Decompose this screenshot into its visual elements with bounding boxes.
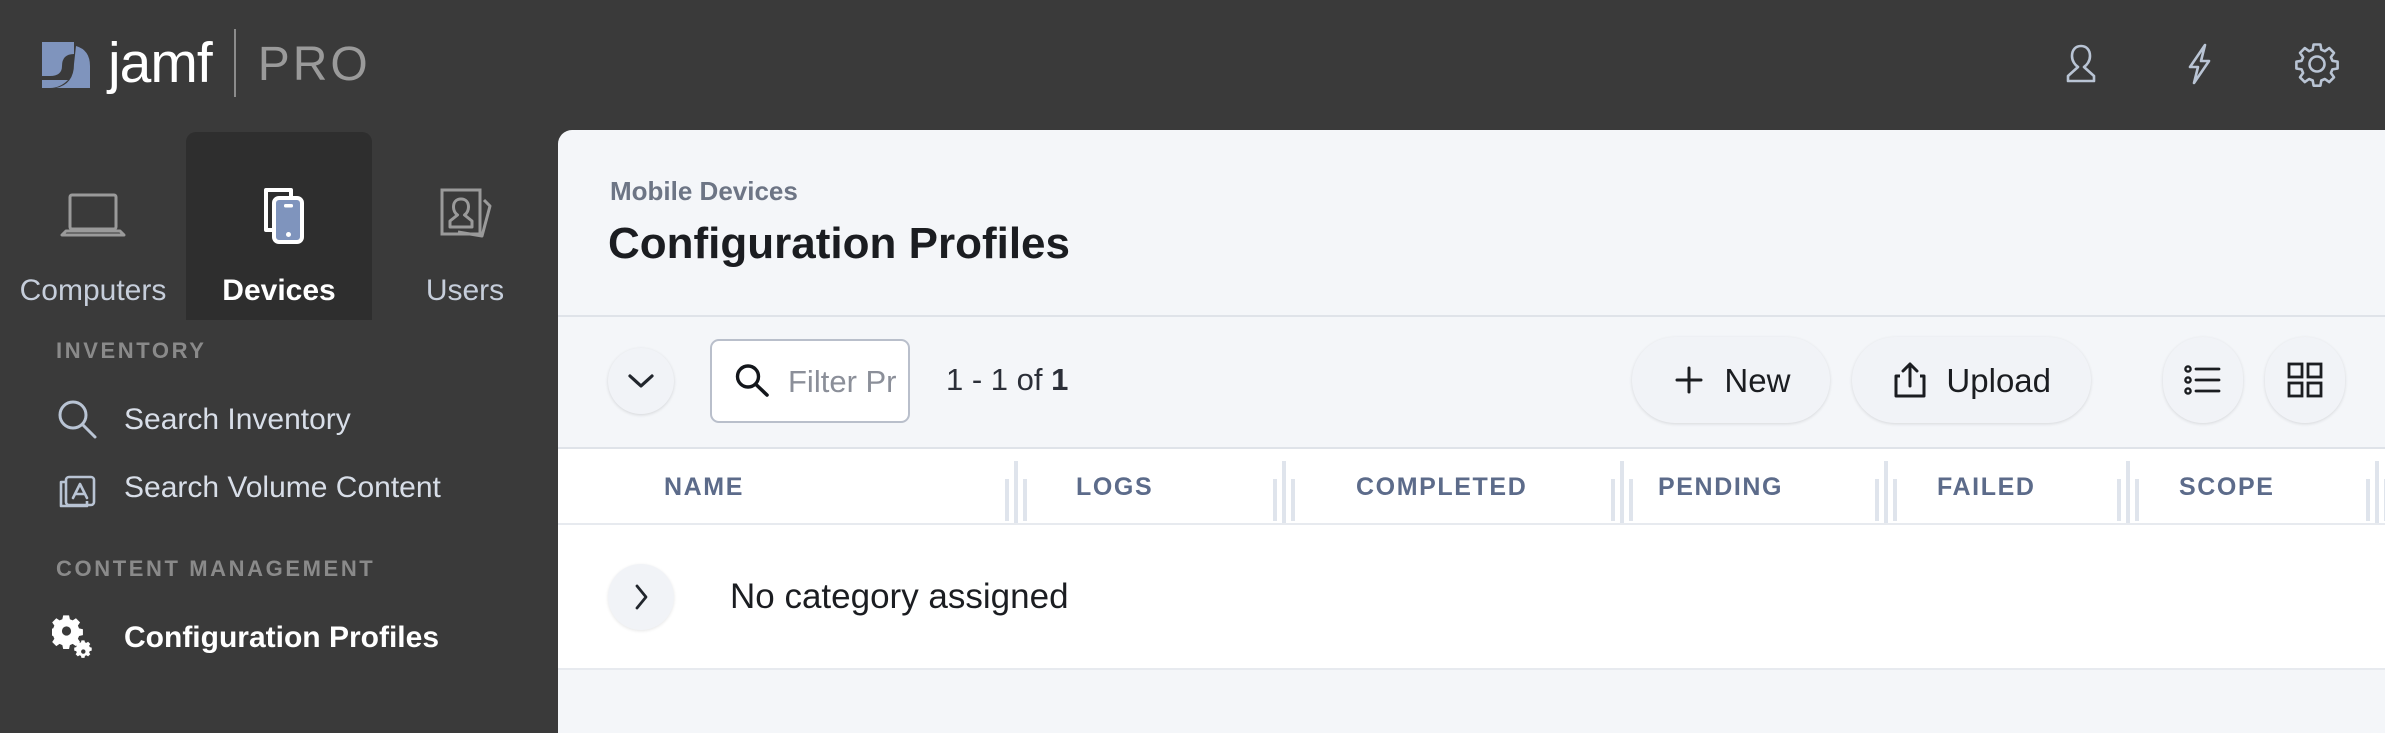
column-resize-handle[interactable]: [2366, 449, 2385, 527]
nav-tab-devices[interactable]: Devices: [186, 132, 372, 320]
search-icon: [735, 364, 769, 397]
column-header-completed[interactable]: COMPLETED: [1356, 475, 1527, 500]
result-counter: 1 - 1 of 1: [946, 364, 1068, 395]
user-account-icon[interactable]: [2055, 38, 2107, 90]
plus-icon: [1675, 366, 1703, 394]
column-resize-handle[interactable]: [2117, 449, 2139, 527]
sidebar-section-content-management: CONTENT MANAGEMENT: [56, 556, 376, 581]
list-view-icon: [2184, 365, 2221, 395]
sidebar-item-configuration-profiles[interactable]: Configuration Profiles: [0, 604, 558, 672]
content-header: Mobile Devices Configuration Profiles: [558, 130, 2385, 315]
mobile-device-icon: [244, 174, 314, 260]
column-header-failed[interactable]: FAILED: [1937, 475, 2036, 500]
column-resize-handle[interactable]: [1273, 449, 1295, 527]
breadcrumb[interactable]: Mobile Devices: [610, 178, 798, 204]
gears-icon: [52, 613, 102, 663]
nav-tab-label: Computers: [19, 274, 167, 307]
sidebar-item-label: Search Inventory: [124, 403, 351, 436]
column-header-name[interactable]: NAME: [664, 475, 744, 500]
toolbar: Filter Pr 1 - 1 of 1 New Upload: [558, 317, 2385, 447]
laptop-icon: [54, 174, 132, 260]
grid-view-icon: [2287, 362, 2323, 398]
column-resize-handle[interactable]: [1875, 449, 1897, 527]
chevron-right-icon: [635, 584, 648, 610]
nav-tab-label: Users: [425, 274, 505, 307]
app-store-icon: [52, 463, 102, 513]
new-button[interactable]: New: [1632, 337, 1831, 423]
primary-nav-tabs: Computers Devices Users: [0, 130, 558, 320]
sidebar-item-label: Search Volume Content: [124, 471, 441, 504]
nav-tab-users[interactable]: Users: [372, 132, 558, 320]
group-row-label: No category assigned: [730, 577, 1069, 616]
sidebar-item-label: Configuration Profiles: [124, 621, 439, 654]
new-button-label: New: [1724, 361, 1791, 399]
sidebar-section-inventory: INVENTORY: [56, 338, 207, 363]
upload-button-label: Upload: [1946, 361, 2051, 399]
lightning-bolt-icon[interactable]: [2173, 38, 2225, 90]
table-header-row: NAME LOGS COMPLETED PENDING FAILED SCOPE: [558, 447, 2385, 525]
brand-product: PRO: [257, 38, 371, 91]
column-header-scope[interactable]: SCOPE: [2179, 475, 2275, 500]
page-title: Configuration Profiles: [608, 219, 1070, 268]
list-view-button[interactable]: [2163, 337, 2243, 423]
column-resize-handle[interactable]: [1611, 449, 1633, 527]
magnifier-icon: [52, 395, 102, 445]
toolbar-actions: New Upload: [1632, 337, 2345, 423]
grid-view-button[interactable]: [2265, 337, 2345, 423]
table-row[interactable]: No category assigned: [558, 525, 2385, 670]
upload-button[interactable]: Upload: [1852, 337, 2091, 423]
sidebar-item-search-inventory[interactable]: Search Inventory: [0, 386, 558, 454]
content-panel: Mobile Devices Configuration Profiles Fi…: [558, 130, 2385, 733]
search-input-placeholder: Filter Pr: [788, 363, 897, 399]
column-header-pending[interactable]: PENDING: [1658, 475, 1783, 500]
sidebar-item-search-volume-content[interactable]: Search Volume Content: [0, 454, 558, 522]
collapse-toggle-button[interactable]: [608, 348, 674, 414]
jamf-logo-mark: [42, 42, 90, 88]
gear-settings-icon[interactable]: [2291, 38, 2343, 90]
logo-separator: [233, 29, 236, 97]
chevron-down-icon: [628, 374, 654, 388]
jamf-pro-logo[interactable]: jamf PRO: [40, 28, 371, 102]
user-cards-icon: [428, 174, 502, 260]
nav-tab-label: Devices: [222, 274, 336, 307]
nav-tab-computers[interactable]: Computers: [0, 132, 186, 320]
column-resize-handle[interactable]: [1005, 449, 1027, 527]
expand-group-button[interactable]: [608, 564, 674, 630]
filter-search-box[interactable]: Filter Pr: [710, 339, 910, 423]
upload-icon: [1894, 362, 1926, 398]
top-bar: jamf PRO: [0, 0, 2385, 130]
sidebar: INVENTORY Search Inventory Search Volume…: [0, 320, 558, 733]
top-bar-actions: [2055, 28, 2343, 100]
column-header-logs[interactable]: LOGS: [1076, 475, 1153, 500]
jamf-pro-window: jamf PRO Computers Devices Users INVENTO…: [0, 0, 2385, 733]
counter-range: 1 - 1 of: [946, 362, 1052, 397]
profiles-table: NAME LOGS COMPLETED PENDING FAILED SCOPE: [558, 447, 2385, 670]
brand-name: jamf: [108, 30, 213, 95]
counter-total: 1: [1051, 362, 1069, 397]
